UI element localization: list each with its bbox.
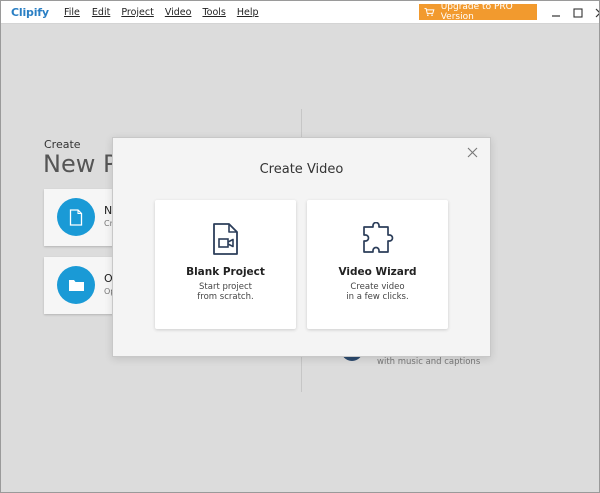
cart-icon xyxy=(424,7,435,17)
title-bar: Clipify File Edit Project Video Tools He… xyxy=(1,1,599,24)
maximize-icon xyxy=(573,7,583,18)
blank-project-desc-line1: Start project xyxy=(199,282,252,292)
video-wizard-desc-line2: in a few clicks. xyxy=(346,292,409,302)
menu-help[interactable]: Help xyxy=(237,7,259,18)
menu-edit[interactable]: Edit xyxy=(92,7,110,18)
wizard-subtitle: with music and captions xyxy=(377,357,481,367)
app-window: Clipify File Edit Project Video Tools He… xyxy=(0,0,600,493)
upgrade-label: Upgrade to PRO Version xyxy=(440,2,513,22)
video-wizard-desc-line1: Create video xyxy=(350,282,405,292)
create-video-dialog: Create Video Blank Project Start project… xyxy=(112,137,491,357)
folder-icon xyxy=(57,266,95,304)
menu-project[interactable]: Project xyxy=(121,7,154,18)
window-controls xyxy=(547,6,599,19)
new-project-card-title: N xyxy=(104,204,113,217)
close-icon xyxy=(595,8,599,17)
puzzle-icon xyxy=(362,222,393,253)
video-wizard-option[interactable]: Video Wizard Create video in a few click… xyxy=(307,200,448,329)
video-wizard-description: Create video in a few clicks. xyxy=(307,282,448,302)
maximize-button[interactable] xyxy=(569,6,587,19)
video-file-icon xyxy=(212,223,238,255)
minimize-button[interactable] xyxy=(547,6,565,19)
close-icon xyxy=(467,147,477,157)
blank-project-label: Blank Project xyxy=(186,266,265,278)
dialog-close-button[interactable] xyxy=(465,145,479,159)
menu-file[interactable]: File xyxy=(64,7,80,18)
blank-project-desc-line2: from scratch. xyxy=(197,292,254,302)
menu-video[interactable]: Video xyxy=(165,7,192,18)
blank-project-option[interactable]: Blank Project Start project from scratch… xyxy=(155,200,296,329)
app-logo: Clipify xyxy=(11,6,49,19)
new-project-heading: New P xyxy=(43,150,118,178)
video-wizard-label: Video Wizard xyxy=(338,266,417,278)
menu-bar: File Edit Project Video Tools Help xyxy=(64,7,270,18)
blank-project-description: Start project from scratch. xyxy=(155,282,296,302)
new-file-icon xyxy=(57,198,95,236)
minimize-icon xyxy=(552,14,560,17)
upgrade-button[interactable]: Upgrade to PRO Version xyxy=(419,2,537,22)
close-window-button[interactable] xyxy=(591,6,599,19)
dialog-title: Create Video xyxy=(259,162,344,177)
menu-tools[interactable]: Tools xyxy=(202,7,225,18)
